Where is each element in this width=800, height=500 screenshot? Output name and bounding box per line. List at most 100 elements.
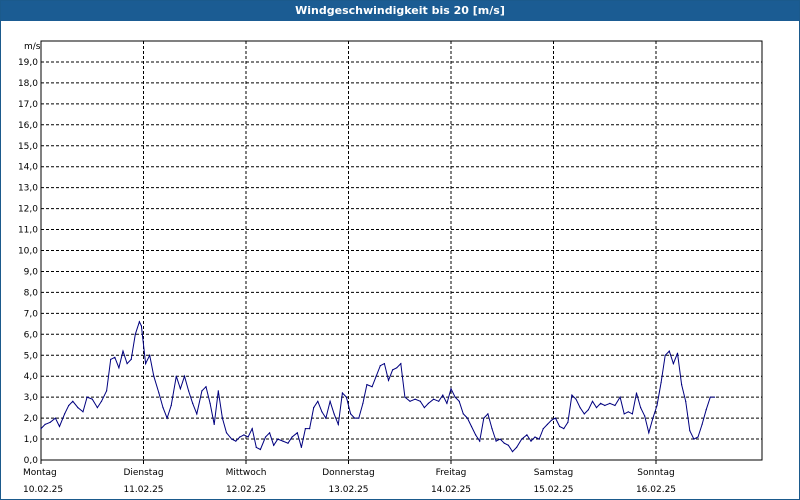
x-day-label: Mittwoch: [226, 468, 267, 478]
y-tick-label: 0,0: [24, 456, 39, 466]
data-point: [217, 390, 219, 392]
data-point: [475, 434, 477, 436]
data-point: [442, 394, 444, 396]
data-point: [697, 436, 699, 438]
data-point: [470, 425, 473, 428]
data-point: [609, 402, 611, 404]
data-point: [526, 434, 528, 436]
data-point: [291, 436, 293, 438]
data-point: [705, 409, 707, 411]
x-day-label: Donnerstag: [322, 468, 375, 478]
data-point: [313, 407, 315, 409]
data-point: [631, 413, 634, 415]
data-point: [487, 413, 489, 415]
y-tick-label: 1,0: [24, 435, 39, 445]
data-point: [458, 400, 460, 402]
data-point: [166, 417, 168, 419]
x-date-label: 15.02.25: [533, 485, 573, 495]
data-point: [205, 386, 207, 388]
y-tick-label: 8,0: [24, 288, 39, 298]
data-point: [409, 400, 411, 402]
data-point: [623, 413, 625, 415]
data-point: [635, 392, 638, 394]
data-point: [304, 428, 306, 430]
data-point: [619, 396, 621, 398]
x-day-label: Freitag: [436, 468, 467, 478]
y-tick-label: 4,0: [24, 372, 39, 382]
y-tick-label: 6,0: [24, 330, 39, 340]
data-point: [559, 425, 561, 428]
data-point: [516, 446, 518, 448]
data-point: [640, 407, 642, 409]
data-point: [40, 428, 42, 430]
data-point: [538, 438, 540, 440]
data-point: [681, 384, 683, 386]
data-point: [239, 436, 241, 438]
data-point: [530, 440, 532, 442]
data-point: [534, 436, 536, 438]
data-point: [96, 407, 98, 409]
x-day-label: Samstag: [534, 468, 573, 478]
data-point: [247, 436, 249, 438]
data-point: [550, 419, 553, 421]
y-tick-label: 9,0: [24, 267, 39, 277]
data-point: [427, 402, 429, 404]
data-point: [264, 436, 267, 438]
y-tick-label: 5,0: [24, 351, 39, 361]
x-day-label: Sonntag: [637, 468, 674, 478]
y-tick-label: 10,0: [18, 247, 38, 257]
data-point: [72, 400, 74, 402]
data-point: [269, 432, 271, 434]
data-point: [77, 407, 79, 409]
data-point: [656, 404, 658, 407]
data-point: [404, 396, 406, 398]
data-point: [375, 375, 377, 377]
x-day-label: Montag: [23, 468, 57, 478]
data-point: [54, 417, 57, 419]
data-point: [337, 423, 339, 425]
data-point: [371, 386, 373, 388]
data-point: [495, 440, 497, 442]
data-point: [221, 417, 223, 419]
data-point: [644, 415, 646, 417]
data-point: [414, 398, 416, 400]
wind-speed-series-line: [40, 320, 715, 453]
data-point: [213, 423, 215, 425]
data-point: [648, 432, 650, 434]
data-point: [126, 363, 128, 365]
data-point: [309, 428, 311, 430]
data-point: [433, 398, 435, 400]
window-title: Windgeschwindigkeit bis 20 [m/s]: [1, 1, 799, 21]
data-point: [243, 434, 245, 436]
data-point: [664, 354, 666, 356]
data-point: [192, 402, 194, 404]
data-point: [396, 367, 398, 369]
data-point: [354, 417, 356, 419]
data-point: [201, 390, 203, 392]
x-day-label: Dienstag: [123, 468, 163, 478]
data-point: [231, 438, 233, 440]
y-tick-label: 3,0: [24, 393, 39, 403]
x-date-label: 11.02.25: [123, 485, 163, 495]
data-point: [188, 390, 190, 392]
data-point: [358, 417, 360, 419]
x-date-label: 10.02.25: [23, 485, 63, 495]
data-point: [614, 404, 616, 407]
y-tick-label: 13,0: [18, 184, 38, 194]
data-point: [583, 413, 585, 415]
data-point: [145, 363, 147, 365]
data-point: [341, 392, 343, 394]
y-tick-label: 15,0: [18, 142, 38, 152]
data-point: [579, 407, 581, 409]
y-tick-label: 19,0: [18, 58, 38, 68]
data-point: [251, 428, 253, 430]
data-point: [423, 407, 425, 409]
data-point: [587, 409, 590, 411]
data-point: [693, 438, 695, 440]
data-point: [317, 400, 319, 402]
data-point: [563, 428, 565, 430]
data-point: [282, 440, 284, 442]
data-point: [153, 375, 155, 377]
data-point: [575, 398, 577, 400]
data-point: [158, 392, 160, 394]
